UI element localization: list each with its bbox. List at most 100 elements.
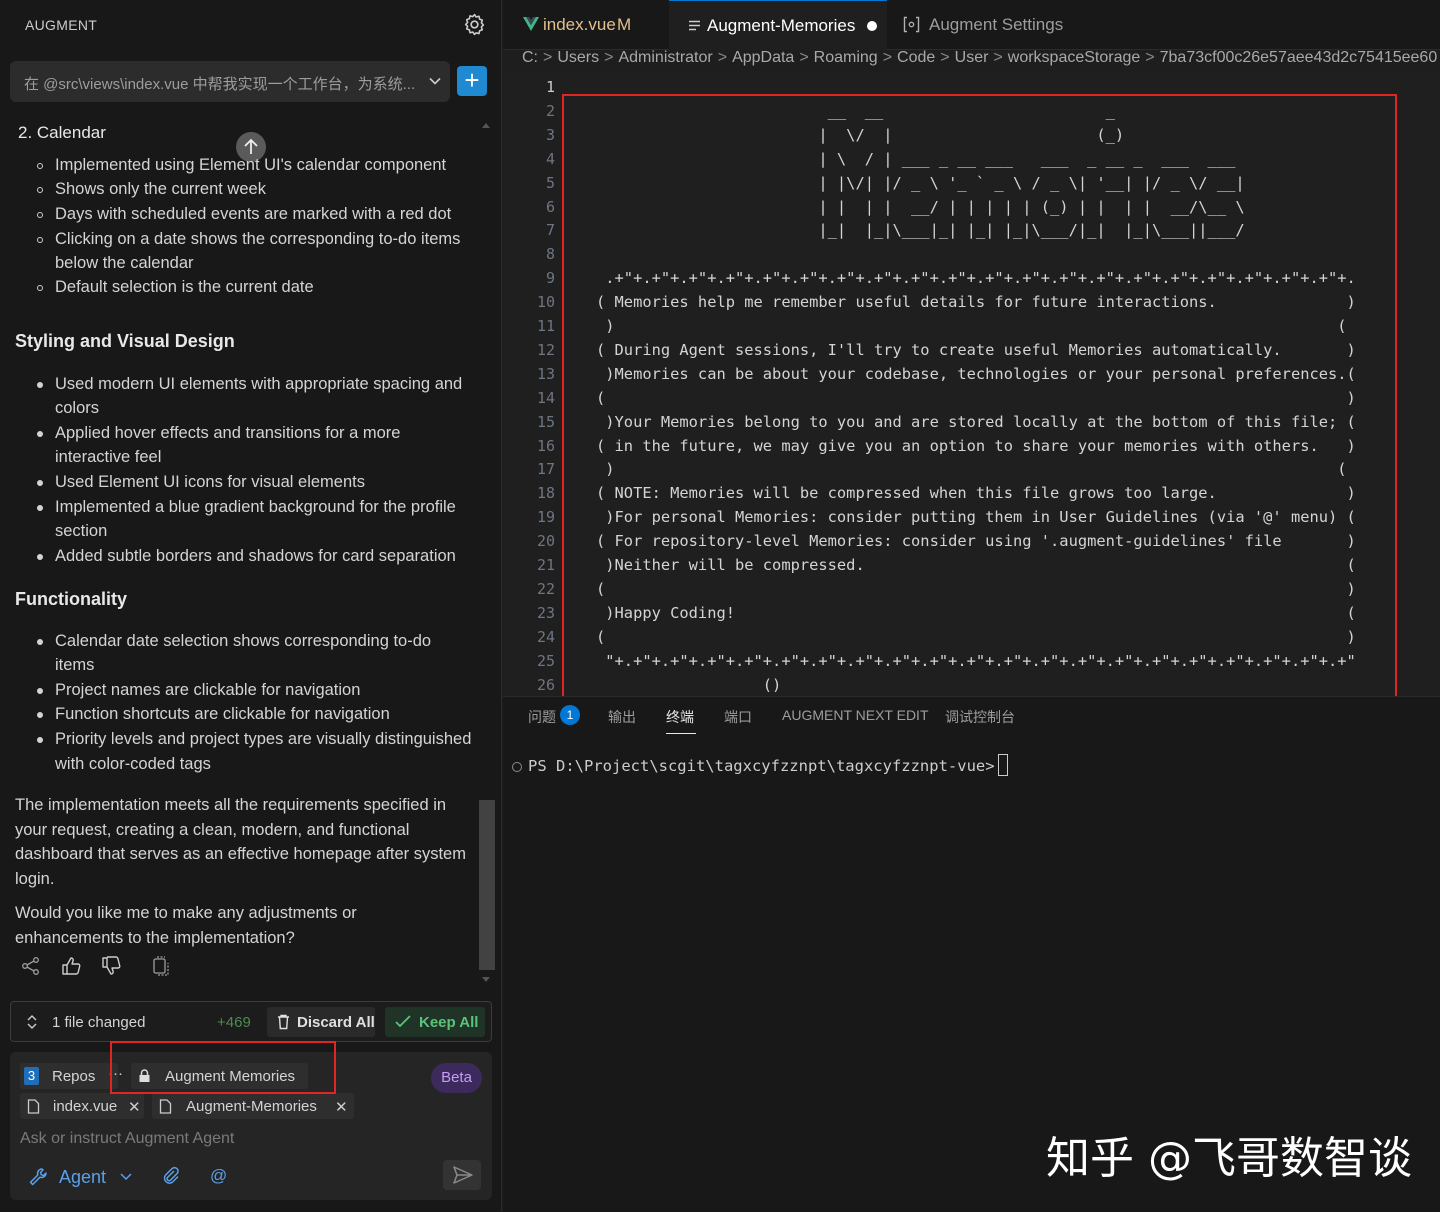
unsaved-dot-icon[interactable] bbox=[867, 21, 877, 31]
panel-tab-output[interactable]: 输出 bbox=[608, 707, 636, 727]
augment-memories-chip[interactable]: Augment Memories bbox=[131, 1063, 308, 1089]
list-item: Implemented using Element UI's calendar … bbox=[55, 156, 447, 174]
tab-augment-memories[interactable]: Augment-Memories bbox=[669, 0, 887, 50]
breadcrumb: C: > Users > Administrator > AppData > Roaming > C… bbox=[522, 49, 1437, 73]
tab-label: index.vue bbox=[543, 15, 616, 34]
panel-tab-terminal[interactable]: 终端 bbox=[666, 707, 694, 727]
code-line[interactable]: | \ / | ___ _ __ ___ ___ _ __ _ ___ ___ bbox=[596, 150, 1235, 168]
calendar-heading: 2. Calendar bbox=[18, 123, 106, 142]
line-number: 26 bbox=[536, 675, 555, 694]
code-line[interactable]: )Happy Coding! ( bbox=[596, 604, 1356, 622]
files-changed-label: 1 file changed bbox=[52, 1014, 146, 1031]
breadcrumb-item[interactable]: workspaceStorage bbox=[1008, 49, 1141, 66]
chevron-right-icon: > bbox=[1145, 49, 1155, 66]
new-thread-button[interactable]: + bbox=[457, 66, 487, 96]
chevron-right-icon: > bbox=[940, 49, 950, 66]
code-line[interactable]: )Your Memories belong to you and are sto… bbox=[596, 413, 1356, 431]
question-line: enhancements to the implementation? bbox=[15, 929, 295, 947]
repos-count-badge: 3 bbox=[24, 1067, 39, 1085]
line-number: 5 bbox=[545, 173, 555, 192]
agent-prompt-input[interactable]: Ask or instruct Augment Agent bbox=[20, 1130, 234, 1148]
tab-augment-settings[interactable]: Augment Settings bbox=[887, 0, 1093, 50]
code-editor[interactable]: 1 2 3 4 5 6 7 8 9 10 11 12 13 14 15 16 17 18 19 20 21 22 23 24 2… bbox=[503, 74, 1440, 696]
breadcrumb-item[interactable]: Roaming bbox=[814, 49, 878, 66]
line-number: 16 bbox=[536, 436, 555, 455]
bullet-icon bbox=[37, 187, 43, 193]
list-item: Days with scheduled events are marked wi… bbox=[55, 205, 452, 223]
send-icon bbox=[453, 1166, 473, 1184]
code-line[interactable]: ( ) bbox=[596, 580, 1356, 598]
code-line[interactable]: )Memories can be about your codebase, te… bbox=[596, 365, 1356, 383]
code-line[interactable]: ( For repository-level Memories: conside… bbox=[596, 532, 1356, 550]
code-line[interactable]: ( Memories help me remember useful detai… bbox=[596, 293, 1356, 311]
bullet-icon bbox=[37, 737, 43, 743]
breadcrumb-item[interactable]: Administrator bbox=[618, 49, 712, 66]
file-chip-index[interactable]: index.vue ✕ bbox=[20, 1093, 144, 1119]
file-chip-label: index.vue bbox=[53, 1098, 118, 1115]
code-line[interactable]: | | | | __/ | | | | | (_) | | | | __/\__… bbox=[596, 198, 1244, 216]
breadcrumb-item[interactable]: C: bbox=[522, 49, 538, 66]
code-line[interactable]: ( ) bbox=[596, 389, 1356, 407]
send-button[interactable] bbox=[443, 1160, 481, 1190]
keep-all-button[interactable]: Keep All bbox=[385, 1007, 485, 1037]
code-line[interactable]: ) ( bbox=[596, 460, 1346, 478]
more-context-button[interactable]: ··· bbox=[108, 1065, 123, 1082]
panel-tab-ports[interactable]: 端口 bbox=[724, 707, 752, 727]
code-line[interactable]: ( ) bbox=[596, 628, 1356, 646]
thumbs-up-icon[interactable] bbox=[60, 955, 82, 977]
code-line[interactable]: )Neither will be compressed. ( bbox=[596, 556, 1356, 574]
file-chip-memories[interactable]: Augment-Memories ✕ bbox=[152, 1093, 354, 1119]
line-number: 7 bbox=[545, 221, 555, 240]
code-line[interactable]: ( in the future, we may give you an opti… bbox=[596, 437, 1356, 455]
thread-selector[interactable]: 在 @src\views\index.vue 中帮我实现一个工作台，为系统... bbox=[10, 61, 450, 102]
close-icon[interactable]: ✕ bbox=[335, 1098, 348, 1116]
breadcrumb-item[interactable]: Users bbox=[557, 49, 599, 66]
panel-tab-augment-next-edit[interactable]: AUGMENT NEXT EDIT bbox=[782, 707, 929, 723]
bullet-icon bbox=[37, 554, 43, 560]
code-line[interactable]: __ __ _ bbox=[596, 102, 1115, 120]
panel-tab-debug-console[interactable]: 调试控制台 bbox=[945, 707, 1015, 727]
editor-scrollbar[interactable] bbox=[1401, 74, 1409, 696]
code-line[interactable]: () bbox=[596, 676, 782, 694]
tab-index-vue[interactable]: index.vue M bbox=[503, 0, 663, 50]
summary-line: dashboard that serves as an effective ho… bbox=[15, 845, 466, 863]
agent-mode-selector[interactable]: Agent bbox=[28, 1165, 138, 1189]
chevron-down-icon bbox=[429, 77, 441, 85]
code-line[interactable]: .+"+.+"+.+"+.+"+.+"+.+"+.+"+.+"+.+"+.+"+… bbox=[596, 269, 1356, 287]
code-line[interactable]: )For personal Memories: consider putting… bbox=[596, 508, 1356, 526]
chat-scrollbar-thumb[interactable] bbox=[479, 800, 495, 970]
paperclip-icon[interactable] bbox=[161, 1166, 181, 1186]
panel-tab-problems[interactable]: 问题 bbox=[528, 707, 556, 727]
thumbs-down-icon[interactable] bbox=[100, 955, 122, 977]
scroll-down-arrow[interactable] bbox=[482, 977, 490, 982]
list-item: Project names are clickable for navigati… bbox=[55, 681, 361, 699]
share-icon[interactable] bbox=[20, 955, 42, 977]
code-line[interactable]: ( During Agent sessions, I'll try to cre… bbox=[596, 341, 1356, 359]
gear-icon[interactable] bbox=[462, 12, 487, 37]
breadcrumb-item[interactable]: 7ba73cf00c26e57aee43d2c75415ee60 bbox=[1160, 49, 1438, 66]
code-line[interactable]: "+.+"+.+"+.+"+.+"+.+"+.+"+.+"+.+"+.+"+.+… bbox=[596, 652, 1356, 670]
terminal-prompt[interactable]: PS D:\Project\scgit\tagxcyfzznpt\tagxcyf… bbox=[528, 757, 995, 775]
copy-icon[interactable] bbox=[150, 955, 172, 977]
discard-all-button[interactable]: Discard All bbox=[267, 1007, 375, 1037]
file-chip-label: Augment-Memories bbox=[186, 1098, 317, 1115]
line-number: 8 bbox=[545, 245, 555, 264]
breadcrumb-item[interactable]: AppData bbox=[732, 49, 794, 66]
code-line[interactable]: ) ( bbox=[596, 317, 1346, 335]
code-line[interactable]: ( NOTE: Memories will be compressed when… bbox=[596, 484, 1356, 502]
repos-chip[interactable]: 3 Repos bbox=[20, 1063, 118, 1089]
code-line[interactable]: |_| |_|\___|_| |_| |_|\___/|_| |_|\___||… bbox=[596, 221, 1244, 239]
code-line[interactable]: | \/ | (_) bbox=[596, 126, 1124, 144]
scroll-up-arrow[interactable] bbox=[482, 123, 490, 128]
file-icon bbox=[27, 1099, 40, 1114]
mention-button[interactable]: @ bbox=[210, 1166, 227, 1186]
close-icon[interactable]: ✕ bbox=[128, 1098, 141, 1116]
code-line[interactable]: | |\/| |/ _ \ '_ ` _ \ / _ \| '__| |/ _ … bbox=[596, 174, 1244, 192]
lines-added-count: +469 bbox=[217, 1014, 251, 1031]
file-icon bbox=[159, 1099, 172, 1114]
line-number: 18 bbox=[536, 484, 555, 503]
breadcrumb-item[interactable]: Code bbox=[897, 49, 935, 66]
expand-collapse-icon[interactable] bbox=[25, 1014, 39, 1030]
list-item: Used modern UI elements with appropriate… bbox=[55, 375, 463, 393]
breadcrumb-item[interactable]: User bbox=[955, 49, 989, 66]
